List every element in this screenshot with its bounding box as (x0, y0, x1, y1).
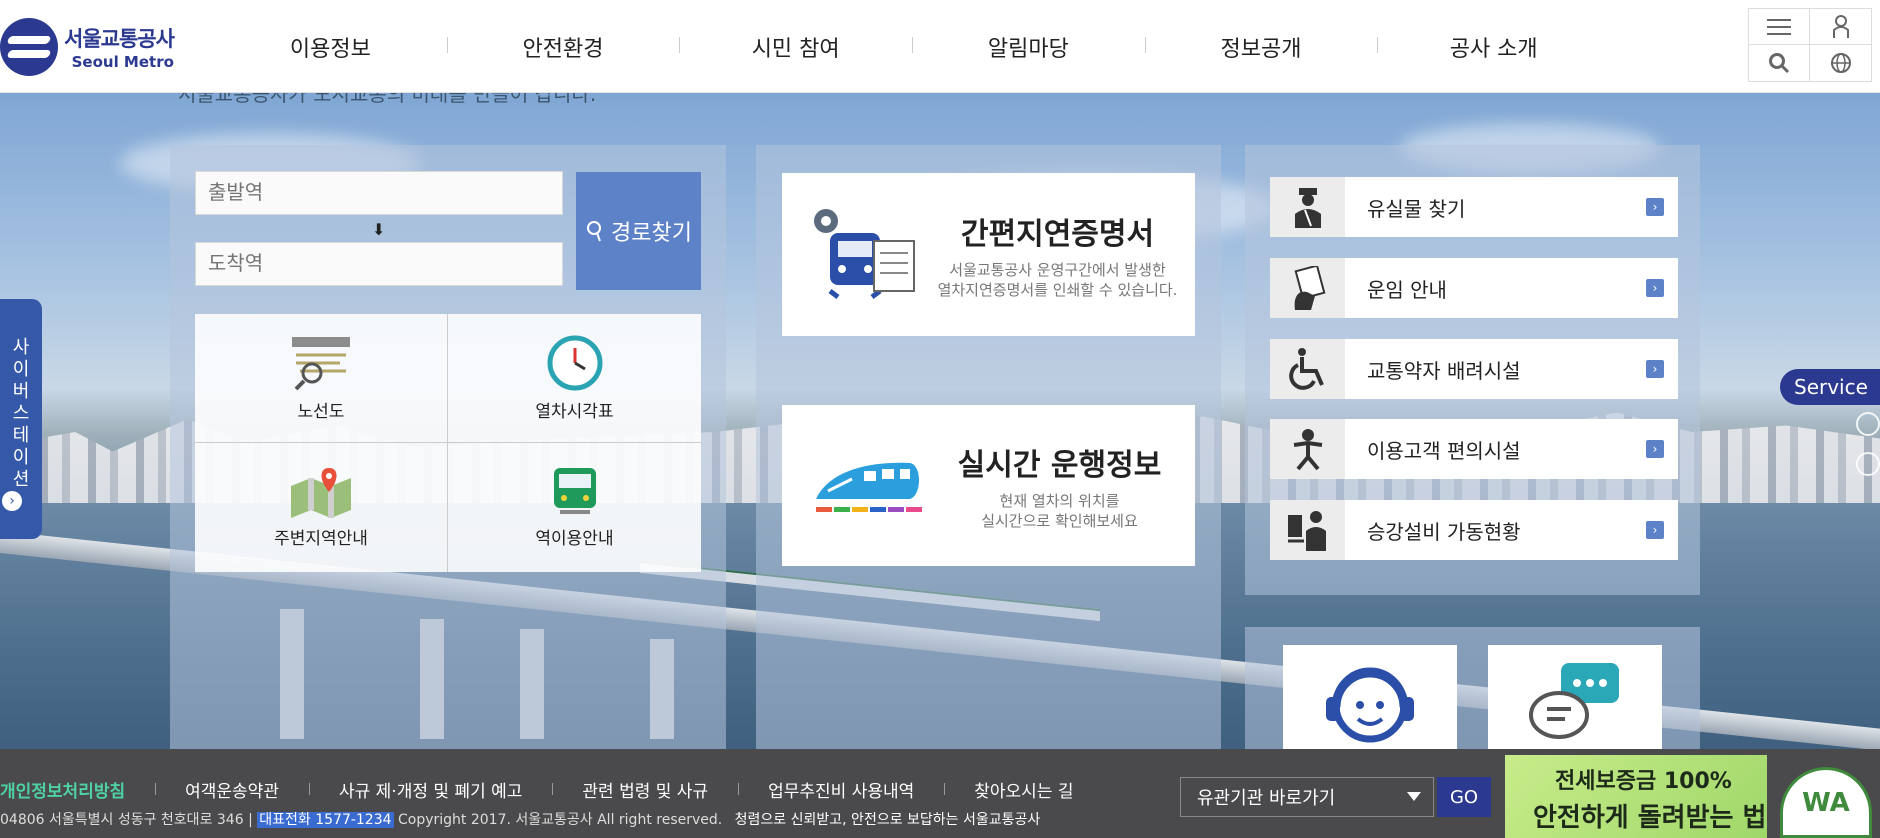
caret-down-icon (1407, 792, 1421, 801)
chevron-right-icon: › (1646, 521, 1664, 539)
nav-item-usage[interactable]: 이용정보 (214, 31, 447, 63)
delay-certificate-card[interactable]: 간편지연증명서 서울교통공사 운영구간에서 발생한 열차지연증명서를 인쇄할 수 … (782, 173, 1195, 336)
nav-item-about[interactable]: 공사 소개 (1377, 31, 1610, 63)
officer-icon (1270, 177, 1345, 237)
chevron-right-icon: › (1646, 279, 1664, 297)
footer-address: 04806 서울특별시 성동구 천호대로 346 | 대표전화 1577-123… (0, 809, 1040, 829)
related-sites-select[interactable]: 유관기관 바로가기 (1180, 777, 1434, 817)
service-label: 승강설비 가동현황 (1367, 519, 1521, 544)
copyright-text: Copyright 2017. 서울교통공사 All right reserve… (397, 812, 723, 828)
train-document-icon (814, 208, 915, 299)
customer-center-card[interactable] (1283, 645, 1457, 755)
slogan-text: 청렴으로 신뢰받고, 안전으로 보답하는 서울교통공사 (734, 812, 1041, 828)
service-label: 운임 안내 (1367, 277, 1447, 302)
card-title: 간편지연증명서 (960, 217, 1155, 252)
select-label: 유관기관 바로가기 (1197, 788, 1336, 809)
menu-icon[interactable] (1749, 9, 1810, 45)
logo-text-ko: 서울교통공사 (64, 27, 175, 51)
globe-icon[interactable] (1810, 45, 1871, 81)
service-label: 교통약자 배려시설 (1367, 358, 1521, 383)
map-pin-icon (291, 468, 351, 518)
service-fare[interactable]: 운임 안내 › (1270, 258, 1678, 318)
nav-item-safety[interactable]: 안전환경 (446, 31, 680, 63)
service-elevator-status[interactable]: 승강설비 가동현황 › (1270, 500, 1678, 560)
route-map-icon (292, 336, 350, 390)
seoul-metro-logo[interactable]: 서울교통공사 Seoul Metro (0, 18, 175, 76)
go-button[interactable]: GO (1437, 777, 1491, 817)
elevator-icon (1270, 500, 1345, 560)
quick-item-nearby[interactable]: 주변지역안내 (195, 443, 448, 572)
magnifier-icon (587, 221, 602, 242)
banner-line-1: 전세보증금 100% (1555, 769, 1732, 794)
card-desc-2: 열차지연증명서를 인쇄할 수 있습니다. (937, 280, 1178, 299)
clock-icon (547, 335, 602, 390)
phone-number: 대표전화 1577-1234 (257, 812, 394, 828)
footer-links: 개인정보처리방침 여객운송약관 사규 제·개정 및 폐기 예고 관련 법령 및 … (0, 777, 1104, 802)
baby-icon (1270, 419, 1345, 479)
banner-line-2: 안전하게 돌려받는 법 (1533, 803, 1767, 833)
service-label: 이용고객 편의시설 (1367, 438, 1521, 463)
arrow-down-icon: ⬇ (372, 220, 386, 239)
service-amenities[interactable]: 이용고객 편의시설 › (1270, 419, 1678, 479)
chevron-right-icon: › (1646, 198, 1664, 216)
nav-item-citizen[interactable]: 시민 참여 (679, 31, 912, 63)
card-desc-1: 현재 열차의 위치를 (999, 492, 1120, 510)
logo-icon (0, 18, 58, 76)
logo-text-en: Seoul Metro (71, 53, 174, 71)
footer-link-regulation-notice[interactable]: 사규 제·개정 및 폐기 예고 (308, 777, 552, 802)
quick-label: 노선도 (297, 401, 345, 422)
footer-link-laws[interactable]: 관련 법령 및 사규 (552, 777, 738, 802)
chat-consult-card[interactable] (1488, 645, 1662, 755)
card-title: 실시간 운행정보 (957, 448, 1162, 483)
route-search-label: 경로찾기 (611, 221, 692, 246)
wheelchair-icon (1270, 339, 1345, 399)
search-icon[interactable] (1749, 45, 1810, 81)
train-front-icon (553, 468, 596, 514)
main-nav: 이용정보 안전환경 시민 참여 알림마당 정보공개 공사 소개 (214, 0, 1610, 93)
quick-menu: 노선도 열차시각표 주변지역안내 역이용안내 (195, 314, 701, 572)
quick-item-timetable[interactable]: 열차시각표 (448, 314, 701, 443)
service-label: 유실물 찾기 (1367, 196, 1466, 221)
slide-dot-1[interactable] (1856, 412, 1880, 436)
service-accessibility[interactable]: 교통약자 배려시설 › (1270, 339, 1678, 399)
service-lost-found[interactable]: 유실물 찾기 › (1270, 177, 1678, 237)
quick-label: 역이용안내 (535, 529, 614, 549)
chevron-right-icon: › (2, 491, 22, 511)
realtime-info-card[interactable]: 실시간 운행정보 현재 열차의 위치를 실시간으로 확인해보세요 (782, 405, 1195, 566)
chat-icon (1529, 663, 1619, 739)
utility-menu (1748, 8, 1872, 82)
service-tab[interactable]: Service (1780, 369, 1880, 405)
quick-item-station[interactable]: 역이용안내 (448, 443, 701, 572)
arrival-input[interactable] (195, 242, 563, 286)
departure-input[interactable] (195, 171, 563, 215)
chevron-right-icon: › (1646, 440, 1664, 458)
route-search-button[interactable]: 경로찾기 (576, 172, 701, 290)
headset-icon (1326, 667, 1414, 743)
site-header: 서울교통공사 Seoul Metro 이용정보 안전환경 시민 참여 알림마당 … (0, 0, 1880, 93)
nav-item-notice[interactable]: 알림마당 (912, 31, 1145, 63)
quick-label: 열차시각표 (535, 401, 614, 422)
footer-link-directions[interactable]: 찾아오시는 길 (944, 777, 1103, 802)
slide-dot-2[interactable] (1856, 452, 1880, 476)
footer-link-expenses[interactable]: 업무추진비 사용내역 (738, 777, 944, 802)
user-icon[interactable] (1810, 9, 1871, 45)
ticket-icon (1270, 258, 1345, 318)
footer-link-privacy[interactable]: 개인정보처리방침 (0, 777, 155, 802)
cyber-station-label: 사이버스테이션 (12, 337, 30, 490)
chevron-right-icon: › (1646, 360, 1664, 378)
card-desc-2: 실시간으로 확인해보세요 (981, 511, 1138, 530)
footer-link-terms[interactable]: 여객운송약관 (155, 777, 309, 802)
card-desc-1: 서울교통공사 운영구간에서 발생한 (949, 261, 1166, 279)
address-text: 04806 서울특별시 성동구 천호대로 346 | (0, 812, 253, 828)
deposit-banner[interactable]: 전세보증금 100% 안전하게 돌려받는 법 (1505, 755, 1767, 838)
nav-item-disclosure[interactable]: 정보공개 (1144, 31, 1378, 63)
quick-label: 주변지역안내 (274, 529, 368, 549)
quick-item-route-map[interactable]: 노선도 (195, 314, 448, 443)
cyber-station-tab[interactable]: 사이버스테이션 › (0, 299, 42, 539)
bullet-train-icon (816, 462, 922, 512)
